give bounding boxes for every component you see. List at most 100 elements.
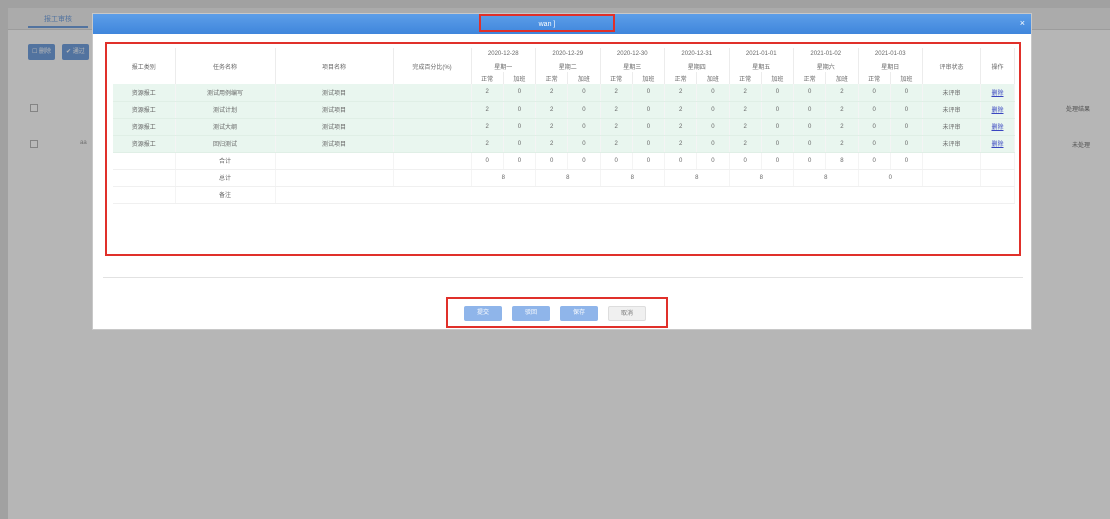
cell-percent[interactable] [393,101,472,119]
cell-hours[interactable]: 0 [890,135,924,153]
cell-hours[interactable]: 0 [890,84,924,102]
cell-hours[interactable]: 0 [632,101,666,119]
delete-link[interactable]: 删除 [991,142,1003,148]
table-row[interactable]: 资源报工 测试用例编写 测试项目 2 0 2 0 2 0 2 0 2 0 0 2 [113,84,1015,102]
cell-task: 测试计划 [175,101,276,119]
cell-hours[interactable]: 0 [567,118,601,136]
cell-hours[interactable]: 2 [825,84,859,102]
cell-hours[interactable]: 0 [696,101,730,119]
header-day-date: 2020-12-30 [600,48,665,60]
cell-hours[interactable]: 0 [503,101,537,119]
cell-hours[interactable]: 2 [600,118,633,136]
cell-percent[interactable] [393,84,472,102]
cell-hours[interactable]: 2 [729,84,762,102]
cell-hours[interactable]: 2 [471,84,504,102]
cell-hours[interactable]: 0 [503,135,537,153]
cell-hours[interactable]: 0 [793,101,827,119]
cell-hours[interactable]: 0 [503,118,537,136]
cell-hours[interactable]: 0 [858,101,891,119]
cell-hours[interactable]: 0 [858,135,891,153]
cell-hours[interactable]: 2 [471,135,504,153]
cell-hours[interactable]: 0 [761,135,795,153]
cell-hours[interactable]: 2 [471,101,504,119]
cell-hours[interactable]: 2 [535,135,569,153]
reject-button[interactable]: 驳回 [512,306,550,321]
cell-hours[interactable]: 0 [793,135,827,153]
table-row[interactable]: 资源报工 回归测试 测试项目 2 0 2 0 2 0 2 0 2 0 0 2 0… [113,135,1015,153]
header-project: 项目名称 [275,48,394,84]
remark-label: 备注 [175,186,276,204]
remark-input[interactable] [275,186,1015,204]
cell-hours[interactable]: 2 [729,118,762,136]
cell-hours[interactable]: 0 [696,84,730,102]
total-cell: 8 [664,169,730,187]
subtotal-cell: 0 [600,152,633,170]
cell-hours[interactable]: 2 [535,101,569,119]
cell-hours[interactable]: 0 [567,135,601,153]
cancel-button[interactable]: 取消 [608,306,646,321]
cell-hours[interactable]: 0 [890,118,924,136]
cell-hours[interactable]: 0 [503,84,537,102]
cell-hours[interactable]: 0 [761,84,795,102]
total-cell: 0 [858,169,923,187]
footer-button-group: 提交 驳回 保存 取消 [446,297,668,328]
cell-hours[interactable]: 0 [890,101,924,119]
subtotal-cell: 0 [503,152,537,170]
cell-hours[interactable]: 2 [825,118,859,136]
cell-hours[interactable]: 0 [793,84,827,102]
cell-hours[interactable]: 0 [567,101,601,119]
header-percent: 完成百分比(%) [393,48,472,84]
cell-hours[interactable]: 2 [664,101,698,119]
cell-hours[interactable]: 0 [793,118,827,136]
total-row: 总计 8 8 8 8 8 8 0 [113,169,1015,187]
cell-hours[interactable]: 2 [600,135,633,153]
cell-hours[interactable]: 0 [632,84,666,102]
cell-hours[interactable]: 0 [696,135,730,153]
total-cell: 8 [600,169,665,187]
cell-type: 资源报工 [113,101,176,119]
cell-hours[interactable]: 2 [471,118,504,136]
total-cell: 8 [471,169,536,187]
cell-hours[interactable]: 2 [729,135,762,153]
header-day-weekday: 星期五 [729,60,794,72]
cell-task: 测试大纲 [175,118,276,136]
cell-percent[interactable] [393,135,472,153]
cell-hours[interactable]: 2 [600,84,633,102]
cell-hours[interactable]: 2 [825,135,859,153]
delete-link[interactable]: 删除 [991,108,1003,114]
cell-hours[interactable]: 2 [664,135,698,153]
table-row[interactable]: 资源报工 测试计划 测试项目 2 0 2 0 2 0 2 0 2 0 0 2 0… [113,101,1015,119]
cell-hours[interactable]: 0 [858,118,891,136]
cell-hours[interactable]: 0 [696,118,730,136]
delete-link[interactable]: 删除 [991,125,1003,131]
cell-hours[interactable]: 2 [600,101,633,119]
submit-button[interactable]: 提交 [464,306,502,321]
subtotal-cell: 0 [890,152,924,170]
cell-hours[interactable]: 2 [664,84,698,102]
total-label: 总计 [175,169,276,187]
header-day-date: 2020-12-28 [471,48,536,60]
close-icon[interactable]: × [1020,18,1025,28]
header-normal: 正常 [858,72,891,84]
cell-hours[interactable]: 0 [858,84,891,102]
table-row[interactable]: 资源报工 测试大纲 测试项目 2 0 2 0 2 0 2 0 2 0 0 2 0… [113,118,1015,136]
cell-hours[interactable]: 2 [825,101,859,119]
cell-percent[interactable] [393,118,472,136]
cell-hours[interactable]: 2 [729,101,762,119]
header-day-date: 2021-01-02 [793,48,859,60]
header-day-date: 2020-12-29 [535,48,601,60]
cell-hours[interactable]: 0 [567,84,601,102]
subtotal-label: 合计 [175,152,276,170]
cell-hours[interactable]: 0 [761,118,795,136]
delete-link[interactable]: 删除 [991,91,1003,97]
cell-hours[interactable]: 2 [535,84,569,102]
cell-hours[interactable]: 2 [664,118,698,136]
subtotal-cell: 0 [567,152,601,170]
cell-status: 未评审 [922,101,981,119]
cell-hours[interactable]: 0 [632,118,666,136]
cell-hours[interactable]: 2 [535,118,569,136]
header-overtime: 加班 [632,72,666,84]
save-button[interactable]: 保存 [560,306,598,321]
cell-hours[interactable]: 0 [761,101,795,119]
cell-hours[interactable]: 0 [632,135,666,153]
